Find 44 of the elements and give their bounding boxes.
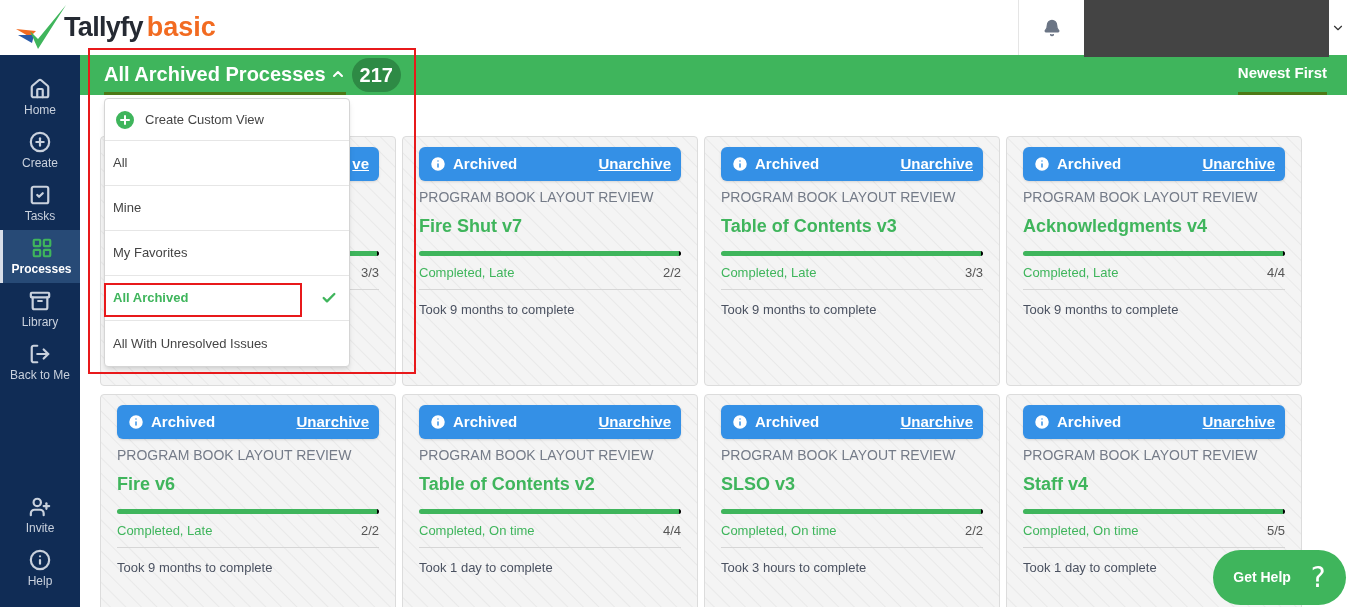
count-badge: 217 xyxy=(351,58,401,92)
process-card[interactable]: Archived Unarchive PROGRAM BOOK LAYOUT REVIEW Fire Shut v7 Completed, Late 2/2 Took 9 months to complete xyxy=(402,136,698,386)
house-icon xyxy=(29,77,51,100)
sidebar-item[interactable]: Invite xyxy=(0,489,80,542)
archived-banner: Archived Unarchive xyxy=(721,147,983,181)
info-icon xyxy=(731,155,749,173)
sidebar-item[interactable]: Back to Me xyxy=(0,336,80,389)
sidebar-item[interactable]: Home xyxy=(0,71,80,124)
brand-name: Tallyfy xyxy=(64,11,143,45)
info-icon xyxy=(429,413,447,431)
process-card[interactable]: Archived Unarchive PROGRAM BOOK LAYOUT REVIEW Acknowledgments v4 Completed, Late 4/4 Took 9 months to complete xyxy=(1006,136,1302,386)
sidebar-item[interactable]: Help xyxy=(0,542,80,595)
view-option[interactable]: All xyxy=(105,141,349,186)
archived-banner: Archived Unarchive xyxy=(1023,405,1285,439)
user-plus-icon xyxy=(29,495,51,518)
sidebar-item[interactable]: Processes xyxy=(0,230,80,283)
archived-banner: Archived Unarchive xyxy=(1023,147,1285,181)
archived-banner: Archived Unarchive xyxy=(419,405,681,439)
info-icon xyxy=(731,413,749,431)
process-card[interactable]: Archived Unarchive PROGRAM BOOK LAYOUT REVIEW Fire v6 Completed, Late 2/2 Took 9 months to complete xyxy=(100,394,396,607)
info-icon xyxy=(127,413,145,431)
info-icon xyxy=(29,548,51,571)
view-option[interactable]: All With Unresolved Issues xyxy=(105,321,349,366)
sidebar-item[interactable]: Library xyxy=(0,283,80,336)
checkbox-icon xyxy=(29,183,51,206)
process-card[interactable]: Archived Unarchive PROGRAM BOOK LAYOUT REVIEW Table of Contents v2 Completed, On time 4/4 Took 1 day to complete xyxy=(402,394,698,607)
create-view-item[interactable]: Create Custom View xyxy=(105,99,349,141)
sidebar-item[interactable]: Tasks xyxy=(0,177,80,230)
archived-banner: Archived Unarchive xyxy=(419,147,681,181)
view-option[interactable]: Mine xyxy=(105,186,349,231)
info-icon xyxy=(429,155,447,173)
view-option[interactable]: My Favorites xyxy=(105,231,349,276)
bell-icon xyxy=(1042,18,1061,37)
process-card[interactable]: Archived Unarchive PROGRAM BOOK LAYOUT REVIEW SLSO v3 Completed, On time 2/2 Took 3 hours to complete xyxy=(704,394,1000,607)
archived-banner: Archived Unarchive xyxy=(117,405,379,439)
process-card[interactable]: Archived Unarchive PROGRAM BOOK LAYOUT REVIEW Table of Contents v3 Completed, Late 3/3 Took 9 months to complete xyxy=(704,136,1000,386)
sidebar-item[interactable]: Create xyxy=(0,124,80,177)
grid-icon xyxy=(30,236,53,259)
info-icon xyxy=(1033,155,1051,173)
edition-label: basic xyxy=(146,11,216,45)
archived-banner: Archived Unarchive xyxy=(721,405,983,439)
cabinet-icon xyxy=(29,289,51,312)
info-icon xyxy=(1033,413,1051,431)
plus-circle-icon xyxy=(29,130,51,153)
